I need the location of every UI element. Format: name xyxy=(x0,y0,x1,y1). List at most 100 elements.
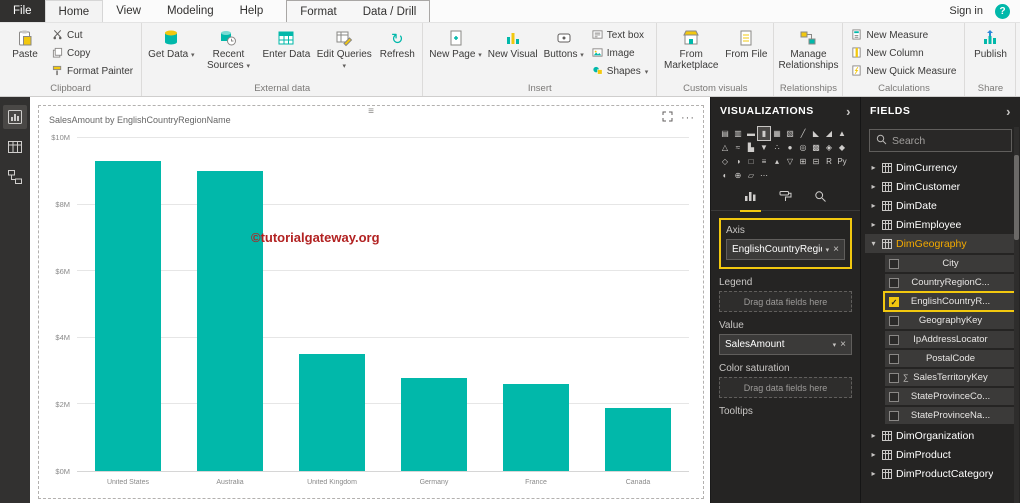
from-file-button[interactable]: From File xyxy=(723,26,769,60)
field-checkbox[interactable] xyxy=(889,258,899,269)
copy-button[interactable]: Copy xyxy=(48,45,137,62)
tab-format[interactable]: Format xyxy=(287,1,349,22)
bar-australia[interactable] xyxy=(197,171,263,471)
fields-field-countryregionc[interactable]: CountryRegionC... xyxy=(885,274,1014,291)
fields-field-postalcode[interactable]: PostalCode xyxy=(885,350,1014,367)
fields-field-stateprovincena[interactable]: StateProvinceNa... xyxy=(885,407,1014,424)
funnel-chart-icon[interactable]: ▼ xyxy=(758,141,770,154)
kpi-icon[interactable]: ▴ xyxy=(771,155,783,168)
color-saturation-drop-zone[interactable]: Drag data fields here xyxy=(719,377,852,398)
tab-help[interactable]: Help xyxy=(227,0,277,22)
paste-button[interactable]: Paste xyxy=(4,26,46,60)
waterfall-chart-icon[interactable]: ▙ xyxy=(745,141,757,154)
scatter-chart-icon[interactable]: ∴ xyxy=(771,141,783,154)
multi-row-card-icon[interactable]: ≡ xyxy=(758,155,770,168)
more-options-icon[interactable]: ··· xyxy=(681,112,695,124)
enter-data-button[interactable]: Enter Data xyxy=(260,26,312,60)
field-checkbox[interactable] xyxy=(889,315,899,326)
legend-drop-zone[interactable]: Drag data fields here xyxy=(719,291,852,312)
collapse-pane-icon[interactable]: › xyxy=(1006,105,1011,118)
slicer-icon[interactable]: ▽ xyxy=(784,155,796,168)
shape-map-icon[interactable]: ◇ xyxy=(719,155,731,168)
recent-sources-button[interactable]: Recent Sources ▾ xyxy=(198,26,258,71)
r-script-visual-icon[interactable]: R xyxy=(823,155,835,168)
line-and-stacked-column-chart-icon[interactable]: ▲ xyxy=(836,127,848,140)
cut-button[interactable]: Cut xyxy=(48,27,137,44)
100-stacked-bar-chart-icon[interactable]: ▦ xyxy=(771,127,783,140)
report-canvas[interactable]: ≡ ··· SalesAmount by EnglishCountryRegio… xyxy=(30,97,710,503)
power-apps-icon[interactable]: ▱ xyxy=(745,169,757,182)
filled-map-icon[interactable]: ◆ xyxy=(836,141,848,154)
field-checkbox[interactable] xyxy=(889,391,899,402)
line-chart-icon[interactable]: ╱ xyxy=(797,127,809,140)
fields-scrollbar-thumb[interactable] xyxy=(1014,155,1019,240)
remove-field-icon[interactable]: × xyxy=(840,339,846,350)
chevron-down-icon[interactable]: ▾ xyxy=(833,341,837,349)
model-view-button[interactable] xyxy=(3,165,27,189)
field-checkbox[interactable] xyxy=(889,334,899,345)
new-visual-button[interactable]: New Visual xyxy=(486,26,540,60)
sign-in-button[interactable]: Sign in xyxy=(937,0,995,22)
get-data-button[interactable]: Get Data ▾ xyxy=(146,26,196,60)
axis-field-pill[interactable]: EnglishCountryRegionN ▾ × xyxy=(726,239,845,260)
fields-table-dimproductcategory[interactable]: ▸ DimProductCategory xyxy=(865,464,1016,483)
drag-handle-icon[interactable]: ≡ xyxy=(368,107,374,117)
stacked-bar-chart-icon[interactable]: ▤ xyxy=(719,127,731,140)
bar-united-kingdom[interactable] xyxy=(299,354,365,471)
fields-table-dimemployee[interactable]: ▸ DimEmployee xyxy=(865,215,1016,234)
clustered-column-chart-visual[interactable]: ≡ ··· SalesAmount by EnglishCountryRegio… xyxy=(38,105,704,499)
tab-home[interactable]: Home xyxy=(44,0,104,22)
fields-table-dimorganization[interactable]: ▸ DimOrganization xyxy=(865,426,1016,445)
card-icon[interactable]: □ xyxy=(745,155,757,168)
analytics-tab[interactable] xyxy=(810,187,831,211)
line-and-clustered-column-chart-icon[interactable]: △ xyxy=(719,141,731,154)
collapse-pane-icon[interactable]: › xyxy=(846,105,851,118)
stacked-area-chart-icon[interactable]: ◢ xyxy=(823,127,835,140)
focus-mode-icon[interactable] xyxy=(662,109,673,127)
get-more-visuals-icon[interactable]: ⋯ xyxy=(758,169,770,182)
tab-modeling[interactable]: Modeling xyxy=(154,0,227,22)
refresh-button[interactable]: ↻ Refresh xyxy=(376,26,418,60)
gauge-icon[interactable]: ◑ xyxy=(732,155,744,168)
chevron-right-icon[interactable]: ▸ xyxy=(869,201,878,210)
help-icon[interactable]: ? xyxy=(995,3,1010,19)
tab-view[interactable]: View xyxy=(103,0,154,22)
fields-table-dimcurrency[interactable]: ▸ DimCurrency xyxy=(865,158,1016,177)
clustered-bar-chart-icon[interactable]: ▬ xyxy=(745,127,757,140)
100-stacked-column-chart-icon[interactable]: ▧ xyxy=(784,127,796,140)
image-button[interactable]: Image xyxy=(588,45,652,62)
new-measure-button[interactable]: New Measure xyxy=(847,27,960,44)
publish-button[interactable]: Publish xyxy=(969,26,1011,60)
stacked-column-chart-icon[interactable]: ▥ xyxy=(732,127,744,140)
matrix-icon[interactable]: ⊟ xyxy=(810,155,822,168)
donut-chart-icon[interactable]: ◎ xyxy=(797,141,809,154)
table-icon[interactable]: ⊞ xyxy=(797,155,809,168)
chevron-right-icon[interactable]: ▸ xyxy=(869,163,878,172)
field-checkbox[interactable] xyxy=(889,410,899,421)
tab-file[interactable]: File xyxy=(0,0,45,22)
bar-united-states[interactable] xyxy=(95,161,161,471)
fields-tab[interactable] xyxy=(740,186,761,212)
chevron-right-icon[interactable]: ▸ xyxy=(869,182,878,191)
value-field-pill[interactable]: SalesAmount ▾ × xyxy=(719,334,852,355)
new-page-button[interactable]: New Page ▾ xyxy=(427,26,483,60)
text-box-button[interactable]: Text box xyxy=(588,27,652,44)
bar-france[interactable] xyxy=(503,384,569,471)
report-view-button[interactable] xyxy=(3,105,27,129)
bar-germany[interactable] xyxy=(401,377,467,471)
fields-field-salesterritorykey[interactable]: ∑ SalesTerritoryKey xyxy=(885,369,1014,386)
fields-field-ipaddresslocator[interactable]: IpAddressLocator xyxy=(885,331,1014,348)
area-chart-icon[interactable]: ◣ xyxy=(810,127,822,140)
map-icon[interactable]: ◈ xyxy=(823,141,835,154)
manage-relationships-button[interactable]: Manage Relationships xyxy=(778,26,838,71)
field-checkbox[interactable] xyxy=(889,277,899,288)
fields-table-dimgeography[interactable]: ▾ DimGeography xyxy=(865,234,1016,253)
fields-field-geographykey[interactable]: GeographyKey xyxy=(885,312,1014,329)
fields-field-stateprovinceco[interactable]: StateProvinceCo... xyxy=(885,388,1014,405)
buttons-button[interactable]: Buttons ▾ xyxy=(542,26,586,60)
field-checkbox[interactable]: ✓ xyxy=(889,296,899,307)
field-checkbox[interactable] xyxy=(889,353,899,364)
format-painter-button[interactable]: Format Painter xyxy=(48,63,137,80)
pie-chart-icon[interactable]: ● xyxy=(784,141,796,154)
chevron-down-icon[interactable]: ▾ xyxy=(826,246,830,254)
